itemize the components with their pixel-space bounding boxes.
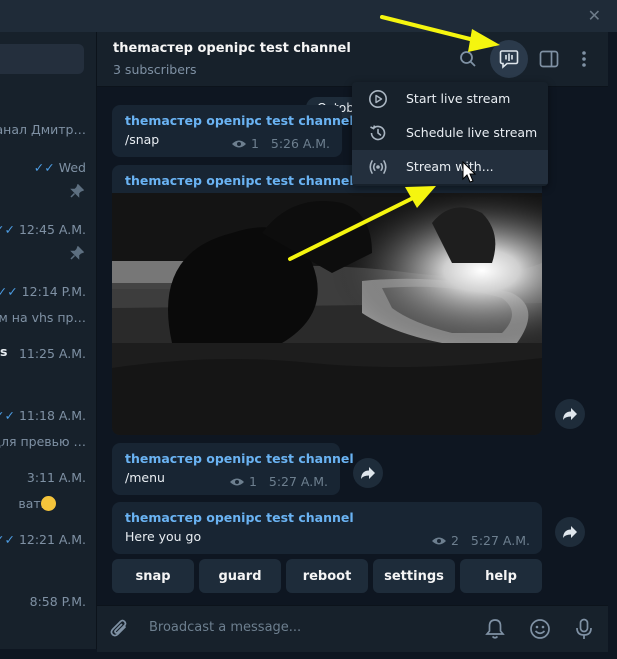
menu-item-label: Start live stream [406,91,511,106]
read-ticks-icon: ✓✓ [0,284,18,299]
emoji-icon[interactable] [527,616,553,642]
chat-list-item[interactable]: 8:58 P.M. [0,594,96,649]
read-ticks-icon: ✓✓ [0,408,15,423]
chat-time: 11:25 A.M. [18,346,86,361]
message-text: Here you go [125,529,202,544]
sidebar-toggle-icon[interactable] [534,44,564,74]
menu-item-schedule-live-stream[interactable]: Schedule live stream [352,116,548,150]
read-ticks-icon: ✓✓ [0,222,15,237]
message-bubble[interactable]: themacтep openipc test channel /menu 1 5… [112,443,354,495]
views-eye-icon [431,537,446,544]
chat-time: ✓✓11:18 A.M. [0,408,86,423]
camera-snapshot-image[interactable] [112,193,542,435]
forward-button[interactable] [353,458,383,488]
message-text: /menu [125,470,165,485]
history-icon [370,125,386,141]
chat-list-item[interactable]: ✓✓12:14 P.M. ом на vhs пр… [0,284,96,346]
message-sender[interactable]: themacтep openipc test channel [125,510,354,525]
message-text: /snap [125,132,160,147]
message-time: 5:26 A.M. [270,136,330,151]
chat-time: 8:58 P.M. [29,594,86,609]
message-meta: 1 5:27 A.M. [229,474,328,489]
search-icon[interactable] [453,44,483,74]
window-close-icon[interactable]: ✕ [588,8,601,24]
play-circle-icon [369,90,387,108]
chat-time: ✓✓12:21 A.M. [0,532,86,547]
microphone-icon[interactable] [571,616,597,642]
message-input[interactable]: Broadcast a message... [149,620,301,635]
chat-preview: для превью … [0,434,86,449]
message-bubble[interactable]: themacтep openipc test channel /snap 1 5… [112,105,354,157]
message-meta: 2 5:27 A.M. [431,533,530,548]
menu-item-stream-with[interactable]: Stream with... [352,150,548,184]
bot-button-help[interactable]: help [460,559,542,593]
forward-button[interactable] [555,399,585,429]
chat-time: ✓✓ Wed [33,160,86,175]
read-ticks-icon: ✓✓ [0,532,15,547]
message-sender[interactable]: themacтep openipc test channel [125,173,354,188]
read-ticks-icon: ✓✓ [33,160,55,175]
live-stream-menu: Start live stream Schedule live stream S… [352,82,548,186]
views-eye-icon [229,478,244,485]
pin-icon [70,246,84,260]
channel-title[interactable]: themacтep openipc test channel [113,41,351,56]
chat-list-item[interactable]: s 11:25 A.M. [0,344,96,408]
message-composer: Broadcast a message... [97,605,608,652]
message-bubble[interactable]: themacтep openipc test channel Here you … [112,502,542,554]
chat-list-item[interactable]: ✓✓ Wed [0,160,96,222]
message-time: 5:27 A.M. [470,533,530,548]
chat-list-item[interactable]: 3:11 A.M. вать.. [0,470,96,532]
menu-item-label: Schedule live stream [406,125,538,140]
message-time: 5:27 A.M. [268,474,328,489]
message-meta: 1 5:26 A.M. [231,136,330,151]
pin-icon [70,184,84,198]
bot-button-snap[interactable]: snap [112,559,194,593]
menu-item-start-live-stream[interactable]: Start live stream [352,82,548,116]
forward-button[interactable] [555,517,585,547]
chat-list-item[interactable]: ✓✓11:18 A.M. для превью … [0,408,96,470]
message-sender[interactable]: themacтep openipc test channel [125,113,354,128]
views-count: 1 [250,136,259,151]
chat-preview: анал Дмитр… [0,122,86,137]
broadcast-icon [369,160,387,174]
bell-icon[interactable] [482,616,508,642]
chat-time: ✓✓12:45 A.M. [0,222,86,237]
more-vertical-icon[interactable] [569,44,599,74]
message-sender[interactable]: themacтep openipc test channel [125,451,354,466]
emoji-icon [41,496,56,511]
live-stream-icon[interactable] [490,40,528,78]
chat-time: 3:11 A.M. [26,470,86,485]
window-titlebar: ✕ [0,0,617,32]
attach-icon[interactable] [107,616,133,642]
chat-list-item[interactable]: ✓✓12:45 A.M. [0,222,96,284]
views-count: 2 [450,533,459,548]
bot-button-reboot[interactable]: reboot [286,559,368,593]
chat-name: s [0,344,8,359]
chat-time: ✓✓12:14 P.M. [0,284,86,299]
sidebar-search-input[interactable] [0,44,84,74]
chat-list-item[interactable]: ✓✓12:21 A.M. [0,532,96,594]
chat-list-sidebar: анал Дмитр… ✓✓Wed ✓✓12:45 A.M. ✓✓12:14 P… [0,32,97,649]
bot-button-settings[interactable]: settings [373,559,455,593]
views-eye-icon [231,140,246,147]
views-count: 1 [248,474,257,489]
bot-button-guard[interactable]: guard [199,559,281,593]
menu-item-label: Stream with... [406,159,494,174]
subscriber-count: 3 subscribers [113,62,197,77]
chat-preview: ом на vhs пр… [0,310,86,325]
chat-header: themacтep openipc test channel 3 subscri… [97,32,608,87]
